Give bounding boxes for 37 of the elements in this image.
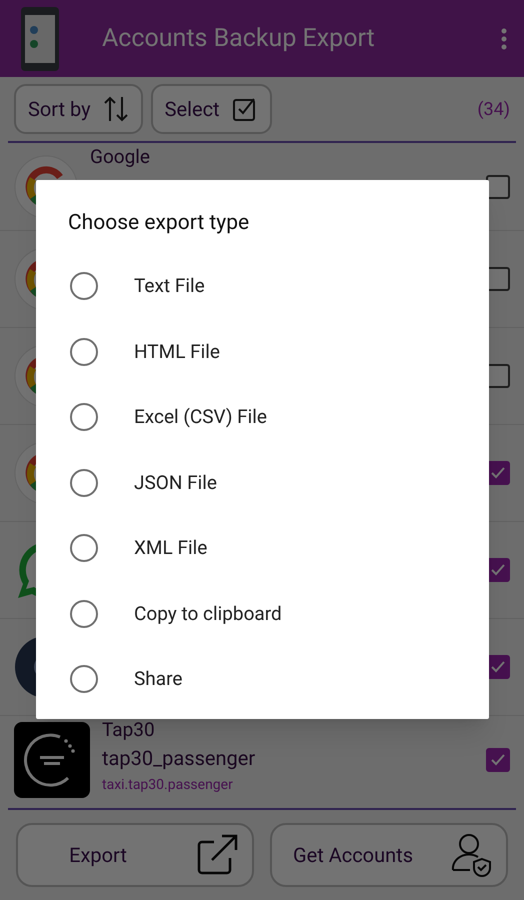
checkmark-icon [490, 465, 506, 481]
more-options-icon[interactable] [500, 26, 508, 50]
app-name: Google [90, 145, 151, 169]
checkbox[interactable] [486, 748, 510, 772]
export-option[interactable]: JSON File [36, 450, 489, 516]
radio-button[interactable] [70, 665, 98, 694]
radio-button[interactable] [70, 272, 98, 300]
export-option[interactable]: Excel (CSV) File [36, 384, 489, 450]
export-option[interactable]: Text File [36, 254, 489, 319]
export-option[interactable]: Copy to clipboard [36, 581, 489, 646]
app-title: Accounts Backup Export [102, 22, 376, 55]
checkbox-icon [232, 96, 258, 122]
package-name: taxi.tap30.passenger [102, 776, 234, 795]
dialog-title: Choose export type [67, 210, 250, 237]
checkmark-icon [490, 562, 506, 578]
export-option[interactable]: Share [36, 646, 489, 712]
sort-by-button[interactable]: Sort by [14, 84, 143, 134]
export-button[interactable]: Export [16, 823, 254, 887]
radio-button[interactable] [70, 600, 98, 628]
radio-button[interactable] [70, 403, 98, 432]
tap30-logo-icon [14, 722, 90, 798]
radio-button[interactable] [70, 534, 98, 562]
checkbox[interactable] [486, 174, 510, 198]
sort-arrows-icon [102, 95, 129, 123]
app-name: Tap30 [102, 718, 156, 742]
radio-button[interactable] [70, 468, 98, 497]
export-option[interactable]: HTML File [36, 319, 489, 384]
checkmark-icon [490, 752, 506, 768]
checkmark-icon [490, 659, 506, 675]
phone-icon [20, 6, 60, 72]
select-button[interactable]: Select [150, 84, 272, 134]
get-accounts-button[interactable]: Get Accounts [270, 823, 508, 887]
account-name: tap30_passenger [102, 746, 256, 771]
account-count: (34) [477, 98, 510, 122]
user-shield-icon [450, 832, 494, 878]
radio-button[interactable] [70, 338, 98, 366]
export-option[interactable]: XML File [36, 516, 489, 581]
